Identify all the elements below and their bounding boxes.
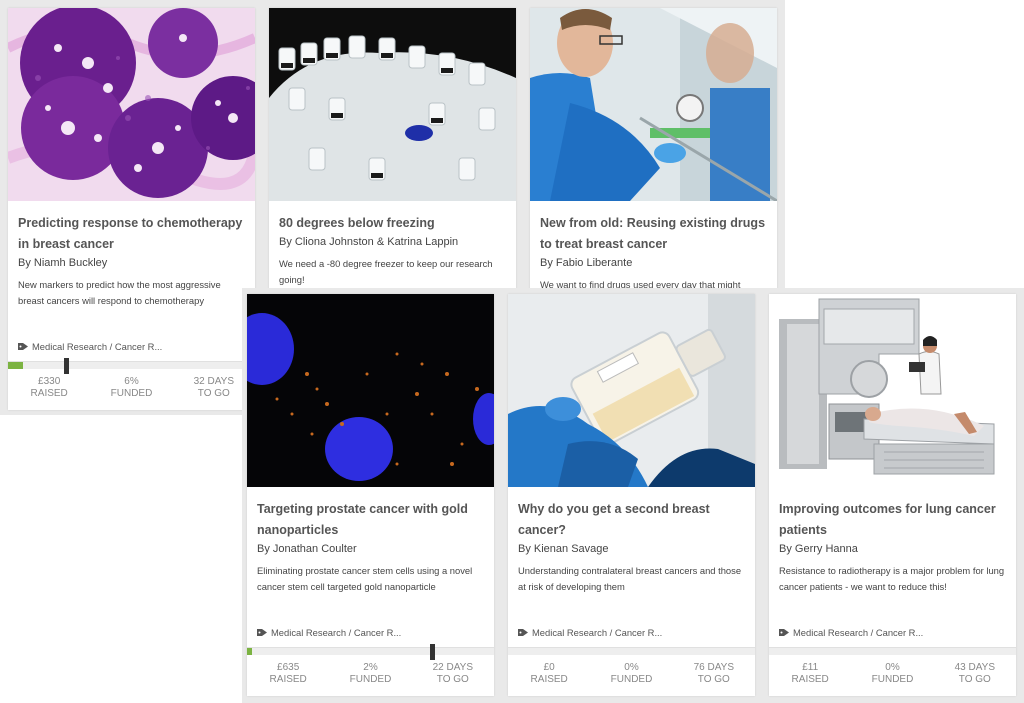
stat-days-label: TO GO [436,674,469,685]
stat-funded-label: FUNDED [610,674,653,685]
stat-days-value: 22 DAYS [432,662,474,673]
project-category-tag[interactable]: Medical Research / Cancer R... [18,341,162,352]
project-category-tag[interactable]: Medical Research / Cancer R... [779,627,923,638]
stat-raised: £330 RAISED [8,376,90,406]
project-stats: £635 RAISED 2% FUNDED 22 DAYS TO GO [247,662,494,692]
stat-raised: £635 RAISED [247,662,329,692]
project-title[interactable]: Why do you get a second breast cancer? [518,499,747,541]
project-category-tag[interactable]: Medical Research / Cancer R... [518,627,662,638]
project-author: By Jonathan Coulter [257,543,357,555]
stat-days: 43 DAYS TO GO [934,662,1016,692]
project-title[interactable]: Predicting response to chemotherapy in b… [18,213,247,255]
stat-days: 76 DAYS TO GO [673,662,755,692]
project-description: We need a -80 degree freezer to keep our… [279,258,493,285]
stat-funded-value: 6% [124,376,139,387]
stat-raised: £11 RAISED [769,662,851,692]
project-card[interactable]: Improving outcomes for lung cancer patie… [769,294,1016,696]
project-author: By Niamh Buckley [18,257,108,269]
stat-raised-value: £330 [38,376,61,387]
tag-icon [518,629,528,636]
project-title[interactable]: Improving outcomes for lung cancer patie… [779,499,1008,541]
project-title[interactable]: Targeting prostate cancer with gold nano… [257,499,486,541]
project-category-label: Medical Research / Cancer R... [32,341,163,352]
project-author: By Cliona Johnston & Katrina Lappin [279,236,459,248]
stat-raised-label: RAISED [30,388,68,399]
stat-raised-value: £635 [277,662,300,673]
stat-funded-label: FUNDED [110,388,153,399]
funding-progress-fill [247,648,252,655]
funding-progress-bar [769,647,1016,655]
project-category-tag[interactable]: Medical Research / Cancer R... [257,627,401,638]
project-author: By Kienan Savage [518,543,609,555]
project-description: Eliminating prostate cancer stem cells u… [257,565,473,592]
stat-raised-label: RAISED [791,674,829,685]
stat-days-value: 43 DAYS [954,662,996,673]
project-card[interactable]: Predicting response to chemotherapy in b… [8,8,255,410]
stat-raised-label: RAISED [269,674,307,685]
project-category-label: Medical Research / Cancer R... [532,627,663,638]
project-stats: £330 RAISED 6% FUNDED 32 DAYS TO GO [8,376,255,406]
stat-raised-label: RAISED [530,674,568,685]
stat-funded: 2% FUNDED [329,662,411,692]
project-title[interactable]: 80 degrees below freezing [279,213,508,234]
project-description: New markers to predict how the most aggr… [18,279,221,306]
tag-icon [18,343,28,350]
project-image-culture-flask[interactable] [508,294,755,487]
stat-days: 22 DAYS TO GO [412,662,494,692]
stat-funded-value: 2% [363,662,378,673]
funding-progress-bar [8,358,255,374]
project-image-histology[interactable] [8,8,255,201]
stat-funded: 6% FUNDED [90,376,172,406]
stat-raised-value: £0 [543,662,555,673]
tag-icon [257,629,267,636]
project-stats: £0 RAISED 0% FUNDED 76 DAYS TO GO [508,662,755,692]
project-author: By Gerry Hanna [779,543,858,555]
project-title[interactable]: New from old: Reusing existing drugs to … [540,213,769,255]
stat-funded: 0% FUNDED [590,662,672,692]
project-image-nanoparticles[interactable] [247,294,494,487]
stat-funded-value: 0% [624,662,639,673]
stat-raised: £0 RAISED [508,662,590,692]
funding-progress-bar [508,647,755,655]
stat-raised-value: £11 [802,662,819,673]
project-author: By Fabio Liberante [540,257,633,269]
bottom-cards-panel: Targeting prostate cancer with gold nano… [242,288,1024,703]
stat-funded-value: 0% [885,662,900,673]
project-category-label: Medical Research / Cancer R... [271,627,402,638]
stat-funded-label: FUNDED [349,674,392,685]
project-description: Understanding contralateral breast cance… [518,565,742,592]
project-image-cryo-vials[interactable] [269,8,516,201]
project-description: Resistance to radiotherapy is a major pr… [779,565,1005,592]
project-stats: £11 RAISED 0% FUNDED 43 DAYS TO GO [769,662,1016,692]
tag-icon [779,629,789,636]
stat-days-label: TO GO [697,674,730,685]
funding-progress-bar [247,644,494,660]
project-card[interactable]: Why do you get a second breast cancer? B… [508,294,755,696]
project-image-lab-researchers[interactable] [530,8,777,201]
days-remaining-marker [64,358,69,374]
stat-funded: 0% FUNDED [851,662,933,692]
project-category-label: Medical Research / Cancer R... [793,627,924,638]
project-card[interactable]: Targeting prostate cancer with gold nano… [247,294,494,696]
funding-progress-fill [8,362,23,369]
stat-funded-label: FUNDED [871,674,914,685]
project-image-radiotherapy-machine[interactable] [769,294,1016,487]
days-remaining-marker [430,644,435,660]
stat-days-label: TO GO [958,674,991,685]
stat-days-value: 76 DAYS [693,662,735,673]
